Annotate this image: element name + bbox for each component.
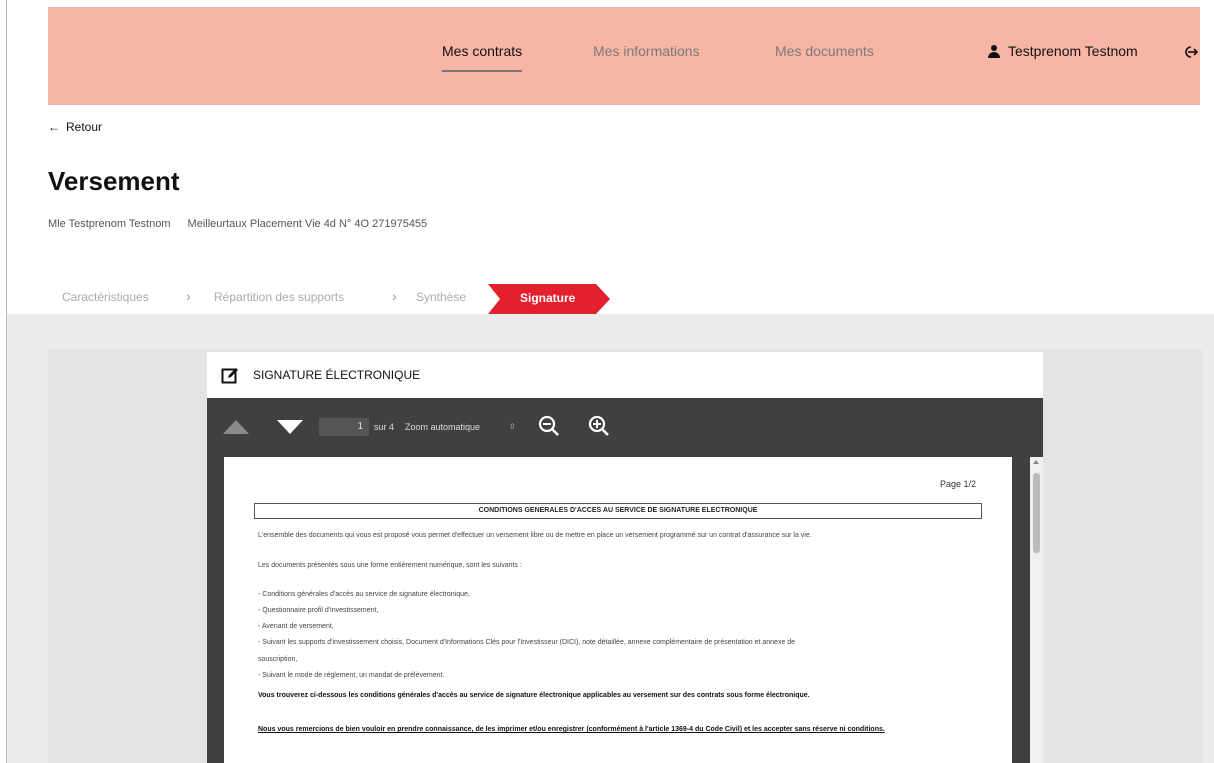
top-header: Mes contrats Mes informations Mes docume… bbox=[48, 7, 1200, 105]
step-synthese[interactable]: Synthèse bbox=[416, 290, 466, 304]
user-icon bbox=[988, 44, 1000, 58]
pdf-list-item: souscription, bbox=[258, 656, 298, 663]
page-count: sur 4 bbox=[374, 422, 395, 432]
pdf-paragraph: Nous vous remercions de bien vouloir en … bbox=[258, 726, 885, 733]
logout-icon[interactable] bbox=[1182, 45, 1198, 59]
panel-title: SIGNATURE ÉLECTRONIQUE bbox=[253, 368, 421, 382]
nav-mes-documents[interactable]: Mes documents bbox=[775, 43, 874, 59]
contract-reference: Meilleurtaux Placement Vie 4d N° 4O 2719… bbox=[187, 218, 428, 230]
pdf-list-item: - Avenant de versement, bbox=[258, 623, 334, 630]
pdf-list-item: - Questionnaire profil d'investissement, bbox=[258, 607, 379, 614]
scroll-up-icon[interactable] bbox=[1033, 460, 1039, 464]
stepper: Caractéristiques › Répartition des suppo… bbox=[62, 284, 762, 314]
step-signature[interactable]: Signature bbox=[488, 284, 612, 314]
contract-info: Mle Testprenom Testnom Meilleurtaux Plac… bbox=[48, 218, 427, 230]
pdf-paragraph: Les documents présentés sous une forme e… bbox=[258, 562, 522, 569]
panel-header: SIGNATURE ÉLECTRONIQUE bbox=[207, 352, 1043, 398]
zoom-select[interactable]: Zoom automatique bbox=[405, 422, 480, 432]
pdf-list-item: - Suivant les supports d'investissement … bbox=[258, 639, 796, 646]
step-repartition[interactable]: Répartition des supports bbox=[214, 290, 344, 304]
pdf-paragraph: Vous trouverez ci-dessous les conditions… bbox=[258, 692, 810, 699]
pdf-viewer: 1 sur 4 Zoom automatique ⇳ Page 1/2 COND… bbox=[207, 398, 1043, 763]
main-nav: Mes contrats Mes informations Mes docume… bbox=[48, 43, 1200, 73]
nav-mes-informations[interactable]: Mes informations bbox=[593, 43, 700, 59]
pdf-paragraph: L'ensemble des documents qui vous est pr… bbox=[258, 532, 812, 539]
back-label: Retour bbox=[66, 120, 103, 134]
step-caracteristiques[interactable]: Caractéristiques bbox=[62, 290, 149, 304]
pdf-list-item: - Conditions générales d'accès au servic… bbox=[258, 591, 470, 598]
signature-panel: SIGNATURE ÉLECTRONIQUE 1 sur 4 Zoom auto… bbox=[207, 352, 1043, 763]
edit-icon bbox=[221, 368, 238, 384]
pdf-scrollbar[interactable] bbox=[1030, 457, 1043, 763]
chevron-right-icon: › bbox=[392, 288, 397, 304]
pdf-toolbar: 1 sur 4 Zoom automatique ⇳ bbox=[207, 398, 1043, 454]
arrow-left-icon: ← bbox=[48, 120, 60, 134]
step-signature-label: Signature bbox=[520, 291, 576, 305]
scroll-thumb[interactable] bbox=[1033, 473, 1040, 553]
chevron-right-icon: › bbox=[186, 288, 191, 304]
previous-page-icon[interactable] bbox=[223, 420, 249, 434]
nav-mes-contrats[interactable]: Mes contrats bbox=[442, 43, 523, 72]
user-name: Testprenom Testnom bbox=[1008, 43, 1138, 59]
pdf-page: Page 1/2 CONDITIONS GENERALES D'ACCES AU… bbox=[224, 457, 1012, 763]
page-number-input[interactable]: 1 bbox=[319, 418, 369, 436]
user-menu[interactable]: Testprenom Testnom bbox=[988, 43, 1138, 59]
back-link[interactable]: ← Retour bbox=[48, 120, 102, 134]
pdf-list-item: - Suivant le mode de règlement, un manda… bbox=[258, 672, 445, 679]
contract-holder: Mle Testprenom Testnom bbox=[48, 218, 171, 230]
pdf-page-label: Page 1/2 bbox=[939, 479, 976, 489]
zoom-in-icon[interactable] bbox=[587, 414, 611, 438]
zoom-out-icon[interactable] bbox=[537, 414, 561, 438]
next-page-icon[interactable] bbox=[277, 420, 303, 434]
chevron-down-icon: ⇳ bbox=[509, 422, 516, 431]
pdf-title: CONDITIONS GENERALES D'ACCES AU SERVICE … bbox=[254, 503, 982, 519]
page-title: Versement bbox=[48, 166, 180, 196]
